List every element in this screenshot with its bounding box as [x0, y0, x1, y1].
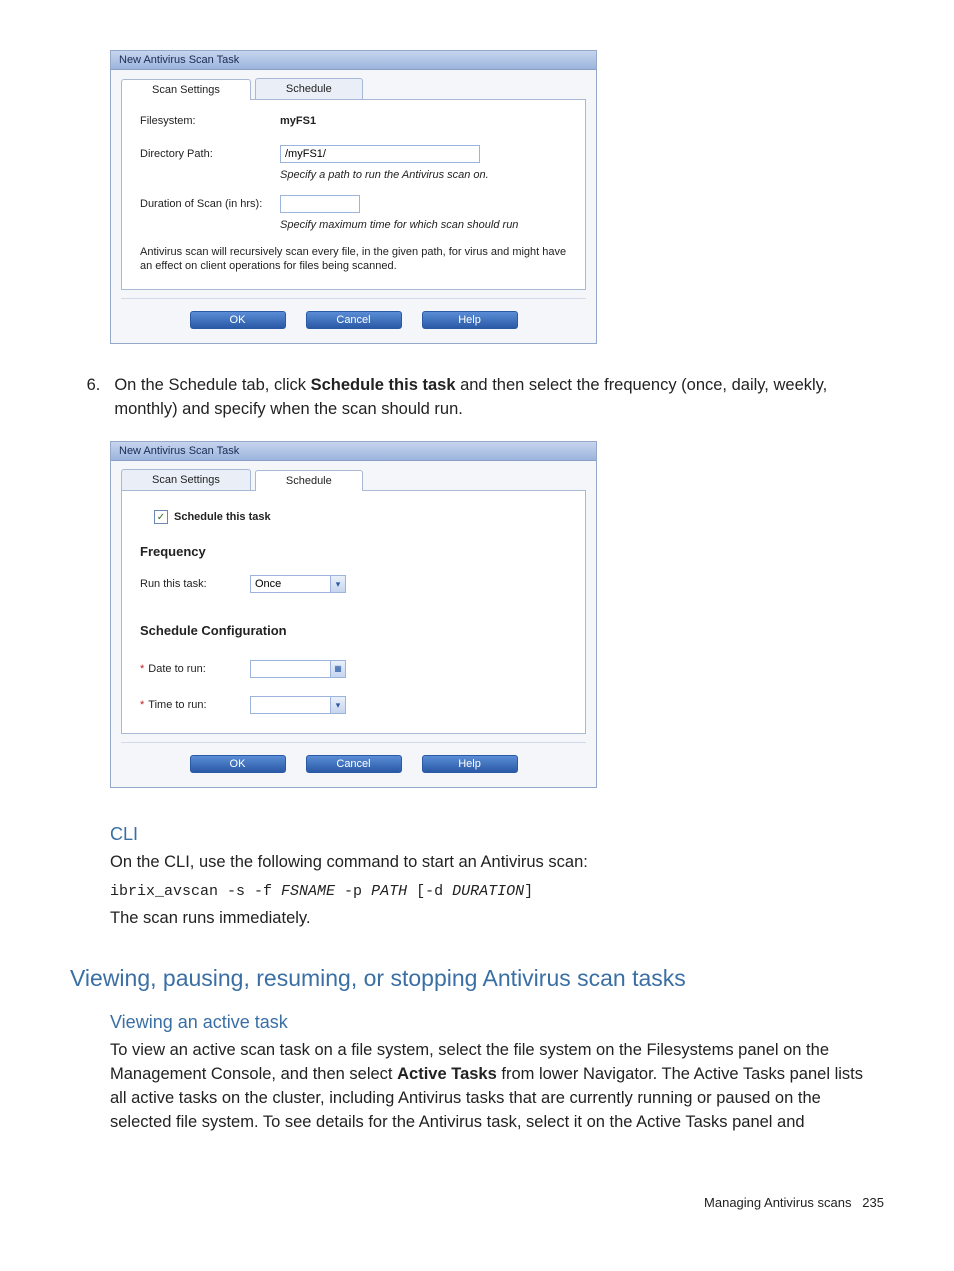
- run-this-task-value[interactable]: [250, 575, 330, 593]
- time-to-run-select[interactable]: ▾: [250, 696, 346, 714]
- cli-heading: CLI: [110, 824, 884, 845]
- cli-outro: The scan runs immediately.: [110, 907, 884, 931]
- run-this-task-select[interactable]: ▾: [250, 575, 346, 593]
- step-text-bold: Schedule this task: [311, 376, 456, 394]
- viewing-h2: Viewing, pausing, resuming, or stopping …: [70, 965, 884, 992]
- tab-scan-settings[interactable]: Scan Settings: [121, 79, 251, 100]
- step-text: On the Schedule tab, click Schedule this…: [114, 374, 884, 422]
- schedule-this-task-checkbox[interactable]: ✓: [154, 510, 168, 524]
- dialog-new-antivirus-scan-task-schedule: New Antivirus Scan Task Scan Settings Sc…: [110, 441, 597, 788]
- tab-schedule[interactable]: Schedule: [255, 470, 363, 491]
- cli-command: ibrix_avscan -s -f FSNAME -p PATH [-d DU…: [110, 879, 884, 903]
- calendar-icon[interactable]: ▦: [330, 660, 346, 678]
- tab-scan-settings[interactable]: Scan Settings: [121, 469, 251, 490]
- directory-path-label: Directory Path:: [140, 148, 280, 160]
- step-6: 6. On the Schedule tab, click Schedule t…: [70, 374, 884, 422]
- tabs: Scan Settings Schedule: [111, 70, 596, 99]
- schedule-this-task-label: Schedule this task: [174, 511, 271, 523]
- ok-button[interactable]: OK: [190, 311, 286, 329]
- filesystem-label: Filesystem:: [140, 115, 280, 127]
- help-button[interactable]: Help: [422, 311, 518, 329]
- date-to-run-input[interactable]: ▦: [250, 660, 346, 678]
- duration-hint: Specify maximum time for which scan shou…: [280, 219, 567, 231]
- required-marker: *: [140, 699, 144, 711]
- cli-intro: On the CLI, use the following command to…: [110, 851, 884, 875]
- step-text-a: On the Schedule tab, click: [114, 376, 310, 394]
- chevron-down-icon[interactable]: ▾: [330, 575, 346, 593]
- directory-path-hint: Specify a path to run the Antivirus scan…: [280, 169, 567, 181]
- viewing-paragraph: To view an active scan task on a file sy…: [110, 1039, 884, 1135]
- dialog-new-antivirus-scan-task-settings: New Antivirus Scan Task Scan Settings Sc…: [110, 50, 597, 344]
- tab-body-schedule: ✓ Schedule this task Frequency Run this …: [121, 490, 586, 734]
- filesystem-value: myFS1: [280, 115, 316, 127]
- dialog-button-bar: OK Cancel Help: [111, 299, 596, 343]
- page-footer: Managing Antivirus scans 235: [70, 1195, 884, 1210]
- run-this-task-label: Run this task:: [140, 578, 250, 590]
- cancel-button[interactable]: Cancel: [306, 755, 402, 773]
- required-marker: *: [140, 663, 144, 675]
- duration-input[interactable]: [280, 195, 360, 213]
- dialog-title: New Antivirus Scan Task: [111, 442, 596, 461]
- viewing-h3: Viewing an active task: [110, 1012, 884, 1033]
- dialog-button-bar: OK Cancel Help: [111, 743, 596, 787]
- schedule-configuration-heading: Schedule Configuration: [140, 623, 567, 638]
- date-to-run-label: *Date to run:: [140, 663, 250, 675]
- scan-note: Antivirus scan will recursively scan eve…: [140, 245, 567, 274]
- step-number: 6.: [70, 374, 114, 422]
- cancel-button[interactable]: Cancel: [306, 311, 402, 329]
- chevron-down-icon[interactable]: ▾: [330, 696, 346, 714]
- duration-label: Duration of Scan (in hrs):: [140, 198, 280, 210]
- directory-path-input[interactable]: [280, 145, 480, 163]
- dialog-title: New Antivirus Scan Task: [111, 51, 596, 70]
- tabs: Scan Settings Schedule: [111, 461, 596, 490]
- help-button[interactable]: Help: [422, 755, 518, 773]
- time-to-run-label: *Time to run:: [140, 699, 250, 711]
- frequency-heading: Frequency: [140, 544, 567, 559]
- ok-button[interactable]: OK: [190, 755, 286, 773]
- tab-body-scan-settings: Filesystem: myFS1 Directory Path: Specif…: [121, 99, 586, 290]
- tab-schedule[interactable]: Schedule: [255, 78, 363, 99]
